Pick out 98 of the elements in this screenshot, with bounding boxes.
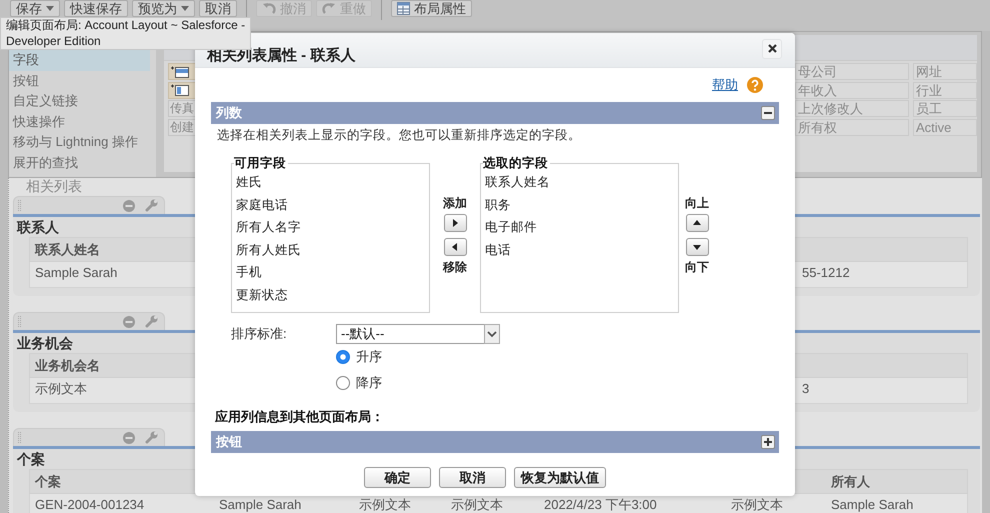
caret-icon: [181, 6, 189, 11]
radio-button[interactable]: [336, 376, 350, 390]
palette-category[interactable]: 字段: [9, 50, 150, 70]
section-title: 按钮: [216, 433, 242, 451]
triangle-right-icon: [451, 219, 459, 227]
wrench-icon: [145, 315, 158, 328]
wrench-icon: [145, 431, 158, 444]
toolbar-button[interactable]: 快速保存: [64, 0, 128, 17]
column-header: 所有人: [831, 472, 870, 490]
button-caption: 向下: [685, 260, 709, 274]
button-caption: 添加: [443, 196, 467, 210]
sort-label: 排序标准:: [231, 325, 288, 343]
button-caption: 向上: [685, 196, 709, 210]
grip-icon: [18, 200, 21, 212]
undo-arrow-icon: [262, 2, 276, 16]
apply-label: 应用列信息到其他页面布局：: [214, 408, 385, 426]
table-cell: 示例文本: [731, 498, 783, 512]
table-cell: 55-1212: [802, 266, 850, 280]
expand-button[interactable]: [761, 435, 775, 449]
blank-space-icon: [171, 84, 189, 96]
list-option[interactable]: 电话: [485, 238, 678, 261]
table-cell: 3: [802, 382, 810, 396]
grip-icon: [18, 432, 21, 444]
radio-label: 升序: [356, 348, 382, 366]
triangle-down-icon: [693, 243, 701, 251]
list-option[interactable]: 职务: [485, 194, 678, 216]
related-list-title: 联系人: [17, 218, 59, 237]
palette-category[interactable]: 移动与 Lightning 操作: [9, 132, 150, 152]
list-option[interactable]: 所有人名字: [236, 216, 429, 238]
tooltip: 编辑页面布局: Account Layout ~ Salesforce - Developer Edition: [0, 17, 251, 50]
list-option[interactable]: 联系人姓名: [485, 171, 678, 194]
section-icon: [171, 66, 189, 78]
column-header: 联系人姓名: [35, 240, 100, 258]
table-cell: Sample Sarah: [219, 498, 302, 512]
collapse-button[interactable]: [761, 106, 775, 120]
toolbar-button[interactable]: 预览为: [132, 0, 195, 17]
caret-icon: [484, 324, 500, 344]
selected-fields-list[interactable]: 选取的字段 联系人姓名 职务 电子邮件 电话: [480, 156, 679, 313]
list-option[interactable]: 所有人姓氏: [236, 238, 429, 261]
wrench-icon: [145, 199, 158, 212]
action-button[interactable]: 确定: [364, 467, 431, 488]
instruction-text: 选择在相关列表上显示的字段。您也可以重新排序选定的字段。: [216, 127, 582, 144]
related-list-title: 个案: [17, 450, 45, 469]
drag-handle-bar[interactable]: [13, 312, 165, 330]
table-cell: 示例文本: [451, 498, 503, 512]
triangle-up-icon: [693, 219, 701, 227]
section-heading: 相关列表: [26, 179, 82, 196]
related-list-title: 业务机会: [17, 334, 73, 353]
button-caption: 移除: [443, 260, 467, 274]
toolbar-button[interactable]: 取消: [199, 0, 237, 17]
list-label: 选取的字段: [483, 156, 549, 171]
table-cell: 示例文本: [35, 382, 87, 396]
minus-icon: [764, 109, 772, 117]
radio-button[interactable]: [336, 350, 350, 364]
action-button[interactable]: 恢复为默认值: [514, 467, 606, 488]
table-cell: 2022/4/23 下午3:00: [544, 498, 657, 512]
list-option[interactable]: 姓氏: [236, 171, 429, 194]
table-cell: Sample Sarah: [831, 498, 914, 512]
list-option[interactable]: 电子邮件: [485, 216, 678, 238]
minus-circle-icon: [123, 432, 135, 444]
grip-icon: [18, 316, 21, 328]
table-icon: [397, 2, 410, 15]
drag-handle-bar[interactable]: [13, 196, 165, 214]
close-icon: [768, 44, 776, 53]
section-title: 列数: [216, 104, 242, 122]
drag-handle-bar[interactable]: [13, 428, 165, 446]
caret-icon: [46, 6, 54, 11]
list-option[interactable]: 更新状态: [236, 284, 429, 306]
palette-category[interactable]: 按钮: [9, 70, 150, 91]
list-option[interactable]: 手机: [236, 261, 429, 284]
close-button[interactable]: [762, 38, 782, 58]
radio-label: 降序: [356, 374, 382, 392]
palette-category[interactable]: 展开的查找: [9, 152, 150, 173]
column-header: 个案: [35, 472, 61, 490]
plus-icon: [764, 438, 772, 446]
list-option[interactable]: 家庭电话: [236, 194, 429, 216]
available-fields-list[interactable]: 可用字段 姓氏 家庭电话 所有人名字 所有人姓氏 手机 更新状态: [231, 156, 430, 313]
move-up-button[interactable]: [686, 214, 708, 232]
palette-category[interactable]: 自定义链接: [9, 91, 150, 112]
triangle-left-icon: [451, 243, 459, 251]
move-down-button[interactable]: [686, 238, 708, 256]
redo-arrow-icon: [322, 2, 336, 16]
action-button[interactable]: 取消: [439, 467, 506, 488]
column-header: 业务机会名: [35, 356, 100, 374]
help-link[interactable]: 帮助: [712, 76, 738, 94]
remove-button[interactable]: [444, 238, 466, 256]
list-label: 可用字段: [234, 156, 287, 171]
sort-select[interactable]: --默认--: [336, 324, 500, 344]
help-icon: [747, 77, 763, 93]
toolbar-button[interactable]: 布局属性: [391, 0, 472, 17]
table-cell: 示例文本: [359, 498, 411, 512]
palette-category[interactable]: 快速操作: [9, 112, 150, 132]
table-cell: Sample Sarah: [35, 266, 118, 280]
toolbar-button[interactable]: 保存: [10, 0, 60, 17]
minus-circle-icon: [123, 200, 135, 212]
add-button[interactable]: [444, 214, 466, 232]
table-cell: GEN-2004-001234: [35, 498, 144, 512]
minus-circle-icon: [123, 316, 135, 328]
